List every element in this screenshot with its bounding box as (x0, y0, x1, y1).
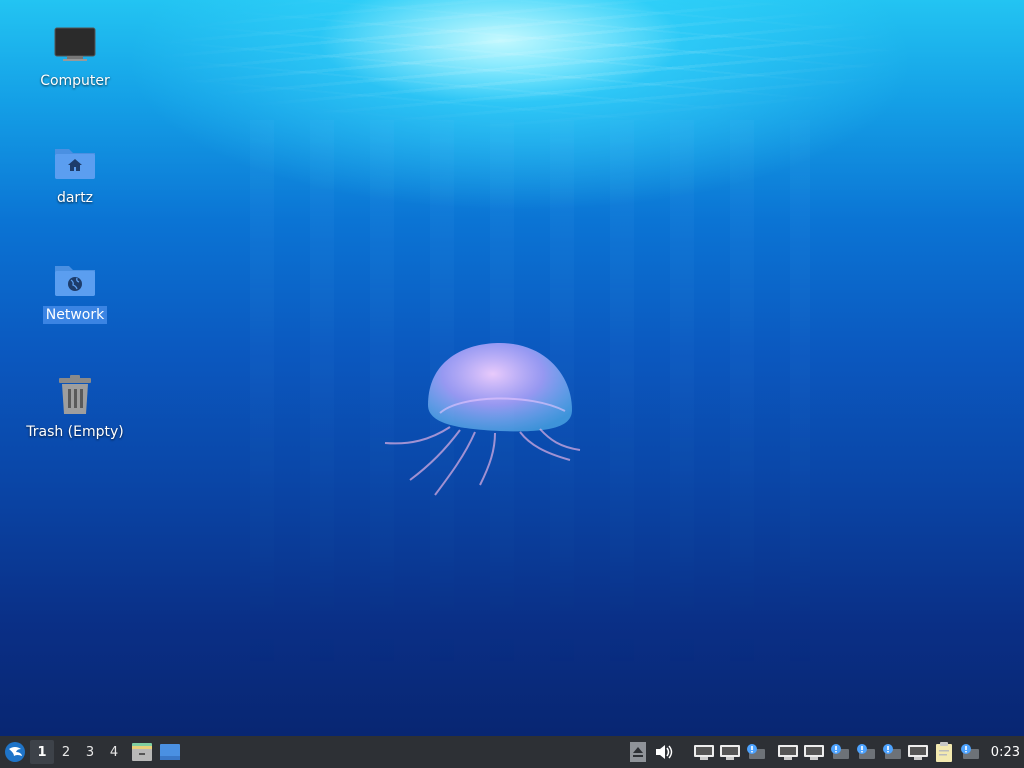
network-tray-button[interactable] (880, 740, 904, 764)
desktop-wallpaper (0, 0, 1024, 736)
network-tray-button[interactable] (692, 740, 716, 764)
clipboard-button[interactable] (932, 740, 956, 764)
workspace-1[interactable]: 1 (30, 740, 54, 764)
file-manager-icon (132, 743, 152, 761)
network-tray-button[interactable] (828, 740, 852, 764)
network-wired-icon (719, 745, 740, 760)
network-tray-button[interactable] (906, 740, 930, 764)
desktop-icon-label: Network (42, 306, 108, 324)
application-menu-button[interactable] (0, 736, 30, 768)
network-notification-icon (746, 744, 765, 759)
system-tray: 0:23 (625, 736, 1024, 768)
home-folder-icon (51, 137, 99, 185)
volume-button[interactable] (652, 740, 676, 764)
workspace-4[interactable]: 4 (102, 740, 126, 764)
wallpaper-jellyfish (384, 343, 581, 496)
desktop-icon-label: Computer (40, 73, 110, 89)
network-wired-icon (777, 745, 798, 760)
trash-icon (51, 371, 99, 419)
volume-icon (655, 745, 672, 759)
network-folder-icon (51, 254, 99, 302)
network-wired-icon (693, 745, 714, 760)
network-tray-button[interactable] (958, 740, 982, 764)
network-notification-icon (960, 744, 979, 759)
desktop-icon-home-folder[interactable]: dartz (20, 137, 130, 207)
file-manager-launcher[interactable] (130, 740, 154, 764)
desktop-icon-label: Trash (Empty) (26, 424, 124, 440)
network-tray-button[interactable] (854, 740, 878, 764)
desktop-icon-trash[interactable]: Trash (Empty) (20, 371, 130, 441)
clock[interactable]: 0:23 (991, 745, 1020, 760)
network-notification-icon (882, 744, 901, 759)
computer-icon (51, 20, 99, 68)
taskbar: 1 2 3 4 0:23 (0, 736, 1024, 768)
workspace-2[interactable]: 2 (54, 740, 78, 764)
network-notification-icon (856, 744, 875, 759)
network-wired-icon (907, 745, 928, 760)
network-tray-button[interactable] (802, 740, 826, 764)
network-wired-icon (803, 745, 824, 760)
eject-icon (629, 742, 646, 762)
show-desktop-icon (160, 744, 180, 760)
network-tray-button[interactable] (776, 740, 800, 764)
eject-button[interactable] (626, 740, 650, 764)
desktop-icon-computer[interactable]: Computer (20, 20, 130, 90)
network-notification-icon (830, 744, 849, 759)
desktop-icon-network[interactable]: Network (20, 254, 130, 324)
workspace-3[interactable]: 3 (78, 740, 102, 764)
clipboard-icon (935, 742, 952, 762)
show-desktop-launcher[interactable] (158, 740, 182, 764)
lubuntu-logo-icon (5, 742, 25, 762)
desktop-icon-label: dartz (56, 190, 94, 206)
network-tray-button[interactable] (718, 740, 742, 764)
network-tray-button[interactable] (744, 740, 768, 764)
